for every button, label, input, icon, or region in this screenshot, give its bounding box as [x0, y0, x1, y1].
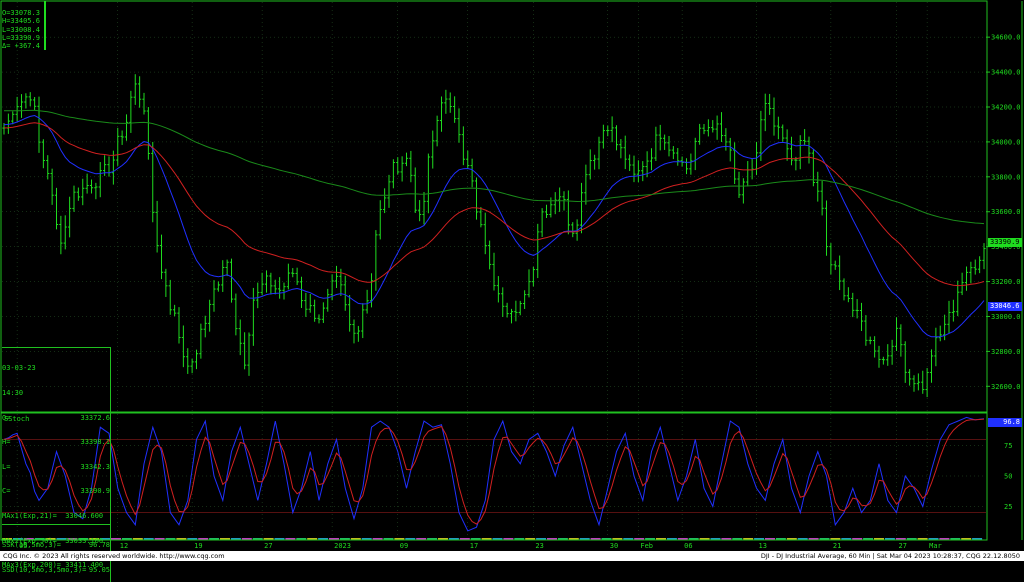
main-panel-frame: [0, 0, 988, 413]
footer-copyright: CQG Inc. © 2023 All rights reserved worl…: [3, 552, 225, 560]
status-footer: CQG Inc. © 2023 All rights reserved worl…: [0, 551, 1024, 561]
ma200-line: [3, 109, 985, 225]
y-tick-label: 34600.0: [991, 34, 1021, 42]
stoch-tick-label: 75: [1004, 442, 1012, 450]
stoch-panel-frame: [0, 412, 988, 541]
info-high-row: H= 33398.1: [2, 438, 110, 447]
x-tick-label: 2023: [334, 542, 351, 550]
ma21-price-tag: 33046.6: [988, 302, 1022, 311]
stoch-last-tag: 96.8: [988, 418, 1022, 427]
stoch-tick-label: 50: [1004, 473, 1012, 481]
y-tick-label: 33200.0: [991, 278, 1021, 286]
x-tick-label: 06: [684, 542, 692, 550]
y-tick-label: 34000.0: [991, 138, 1021, 146]
stoch-k-line: [3, 416, 985, 532]
y-tick-label: 32600.0: [991, 383, 1021, 391]
info-date: 03-03-23: [2, 364, 36, 373]
x-tick-label: 17: [470, 542, 478, 550]
stoch-d-row: SSD(10,5mo,3,5mo,3)= 95.05: [2, 566, 110, 575]
x-tick-label: 09: [400, 542, 408, 550]
stochastic-lines: [3, 416, 985, 532]
y-tick-label: 33600.0: [991, 208, 1021, 216]
readout-low: L=33008.4: [2, 25, 40, 34]
info-low-row: L= 33342.3: [2, 462, 110, 471]
moving-averages: [3, 109, 985, 338]
stoch-k-row: SSK(10,5mo,3)= 96.78: [2, 541, 110, 550]
info-close-row: C= 33390.9: [2, 487, 110, 496]
last-price-tag: 33390.9: [988, 238, 1022, 247]
info-ma1: MAx1(Exp,21)= 33046.600: [2, 512, 104, 521]
readout-delta: Δ= +367.4: [2, 42, 40, 51]
y-tick-label: 34400.0: [991, 69, 1021, 77]
y-tick-label: 33000.0: [991, 313, 1021, 321]
x-tick-label: 23: [535, 542, 543, 550]
footer-symbol-info: DJI - DJ Industrial Average, 60 Min | Sa…: [760, 552, 1020, 560]
x-tick-label: 27: [264, 542, 272, 550]
y-tick-label: 34200.0: [991, 103, 1021, 111]
stoch-tick-label: 25: [1004, 503, 1012, 511]
stoch-title: SStoch: [4, 415, 30, 423]
x-tick-label: 13: [759, 542, 767, 550]
x-tick-label: Feb: [640, 542, 653, 550]
top-ohlc-readout: O=33078.3 H=33405.6 L=33008.4 L=33390.9 Δ= +…: [2, 1, 46, 51]
x-tick-label: 12: [120, 542, 128, 550]
readout-high: H=33405.6: [2, 17, 40, 26]
x-tick-label: Mar: [929, 542, 942, 550]
y-tick-label: 32800.0: [991, 348, 1021, 356]
x-tick-label: 30: [610, 542, 618, 550]
readout-last: L=33390.9: [2, 33, 40, 42]
readout-open: O=33078.3: [2, 9, 40, 18]
x-tick-label: 21: [833, 542, 841, 550]
ma21-line: [3, 114, 985, 338]
info-time: 14:30: [2, 389, 24, 398]
x-tick-label: 27: [899, 542, 907, 550]
y-tick-label: 33800.0: [991, 173, 1021, 181]
x-tick-label: 19: [194, 542, 202, 550]
axis-labels: 32600.032800.033000.033200.033400.033600…: [2, 34, 1021, 550]
price-chart: 32600.032800.033000.033200.033400.033600…: [0, 0, 1023, 550]
price-grid: [2, 2, 986, 411]
